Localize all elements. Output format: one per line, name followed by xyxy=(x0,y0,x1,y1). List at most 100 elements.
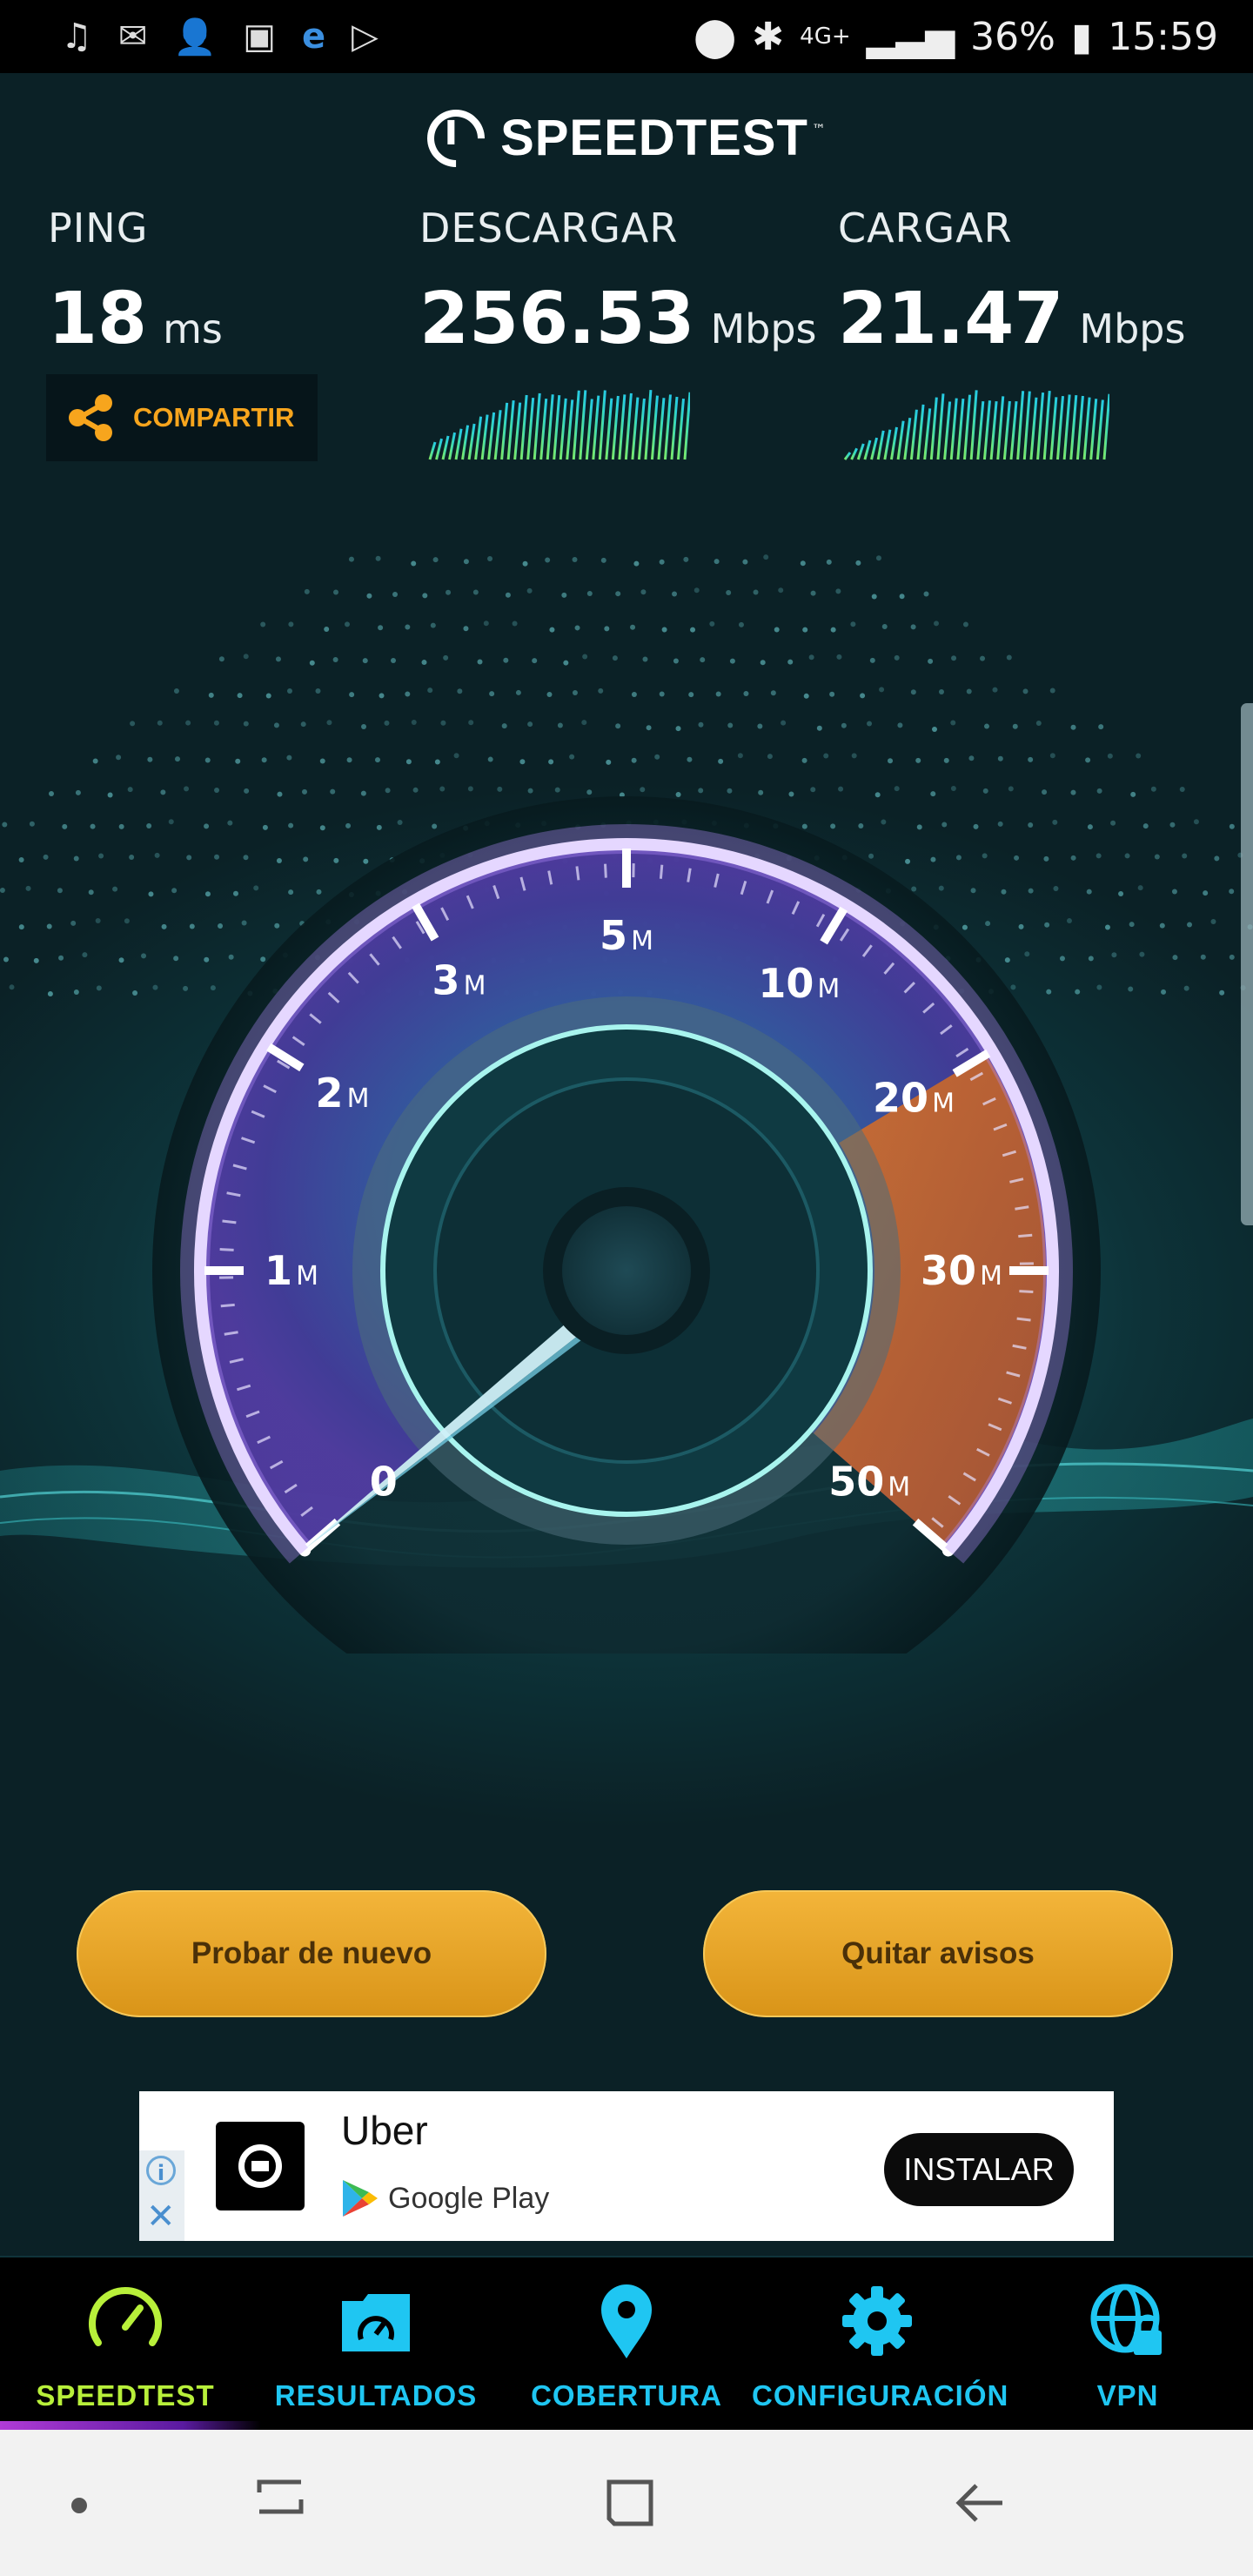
background-dot xyxy=(586,591,593,597)
background-dot xyxy=(375,555,381,561)
nav-dot-icon[interactable] xyxy=(71,2498,87,2513)
play-store-icon: ▷ xyxy=(352,17,379,57)
background-dot xyxy=(770,690,776,696)
background-dot xyxy=(743,690,749,696)
background-dot xyxy=(1179,786,1185,792)
sparkline-bar xyxy=(982,400,991,460)
background-dot xyxy=(1187,922,1193,928)
background-dot xyxy=(899,594,905,600)
nav-speedtest[interactable]: SPEEDTEST xyxy=(0,2257,261,2432)
background-dot xyxy=(600,557,606,563)
background-dot xyxy=(147,756,153,762)
sparkline-bar xyxy=(863,439,872,460)
background-dot xyxy=(348,556,354,562)
background-dot xyxy=(1124,853,1130,859)
background-dot xyxy=(742,559,748,565)
background-dot xyxy=(446,589,452,595)
background-dot xyxy=(261,757,267,763)
background-dot xyxy=(384,720,390,726)
background-dot xyxy=(512,621,518,627)
background-dot xyxy=(90,823,96,829)
sparkline-bar xyxy=(493,410,502,460)
back-icon[interactable] xyxy=(952,2475,1008,2531)
nav-vpn[interactable]: VPN xyxy=(1002,2257,1253,2432)
background-dot xyxy=(457,688,463,694)
sparkline-bar xyxy=(676,399,685,460)
gauge-minor-tick xyxy=(1016,1317,1031,1322)
background-dot xyxy=(836,654,842,660)
retry-button[interactable]: Probar de nuevo xyxy=(77,1890,546,2017)
background-dot xyxy=(1193,819,1199,825)
background-dot xyxy=(715,691,721,697)
background-dot xyxy=(173,688,179,694)
sparkline-bar xyxy=(637,398,646,460)
ping-value: 18 xyxy=(48,278,148,360)
background-dot xyxy=(443,654,449,661)
recent-apps-icon[interactable] xyxy=(254,2475,306,2531)
background-dot xyxy=(25,885,31,891)
sparkline-bar xyxy=(856,443,865,460)
nav-settings[interactable]: CONFIGURACIÓN xyxy=(752,2257,1008,2432)
ad-banner[interactable]: i ✕ Uber Google Play INSTALAR xyxy=(139,2091,1114,2241)
background-dot xyxy=(519,759,526,765)
background-dot xyxy=(1169,822,1176,828)
sparkline-bar xyxy=(1082,397,1091,460)
background-dot xyxy=(1214,855,1220,862)
trademark: ™ xyxy=(811,121,826,138)
background-dot xyxy=(432,557,439,563)
ad-store: Google Play xyxy=(341,2178,549,2218)
background-dot xyxy=(569,754,575,760)
speedtest-app: ♫ ✉ 👤 ▣ e ▷ ⬤ ✱ 4G+ ▂▃▅ 36% ▮ 15:59 SPEE… xyxy=(0,0,1253,2576)
location-icon: ⬤ xyxy=(694,14,737,59)
background-dot xyxy=(841,722,847,728)
background-dot xyxy=(934,621,940,627)
background-dot xyxy=(46,923,52,929)
notification-icons: ♫ ✉ 👤 ▣ e ▷ xyxy=(61,17,379,57)
background-dot xyxy=(43,854,49,860)
bottom-nav: SPEEDTEST RESULTADOS COBERTURA CONFIGURA… xyxy=(0,2256,1253,2432)
nav-results[interactable]: RESULTADOS xyxy=(251,2257,501,2432)
background-dot xyxy=(1006,654,1012,661)
sparkline-bar xyxy=(670,396,679,460)
background-dot xyxy=(640,589,647,595)
network-type: 4G+ xyxy=(800,23,851,50)
sparkline-bar xyxy=(1036,392,1045,460)
background-dot xyxy=(489,691,495,697)
remove-ads-button[interactable]: Quitar avisos xyxy=(703,1890,1173,2017)
sparkline-bar xyxy=(929,397,938,460)
nav-coverage[interactable]: COBERTURA xyxy=(501,2257,752,2432)
home-icon[interactable] xyxy=(602,2475,658,2531)
download-label: DESCARGAR xyxy=(419,205,679,252)
background-dot xyxy=(718,758,724,764)
background-dot xyxy=(1139,951,1145,957)
sparkline-bar xyxy=(579,390,587,460)
background-dot xyxy=(1070,724,1076,730)
background-dot xyxy=(654,754,660,760)
upload-label: CARGAR xyxy=(838,205,1013,252)
bluetooth-icon: ✱ xyxy=(752,14,785,59)
background-dot xyxy=(505,592,511,598)
sparkline-bar xyxy=(949,398,958,460)
sparkline-bar xyxy=(1096,399,1104,460)
background-dot xyxy=(483,621,489,627)
sparkline-bar xyxy=(1062,394,1071,460)
scrollbar[interactable] xyxy=(1241,703,1253,1225)
background-dot xyxy=(29,821,35,827)
sparkline-bar xyxy=(996,396,1005,460)
background-dot xyxy=(672,591,678,597)
background-dot xyxy=(830,627,836,633)
background-dot xyxy=(58,955,64,961)
background-dot xyxy=(1137,885,1143,891)
background-dot xyxy=(319,758,325,764)
background-dot xyxy=(992,687,998,693)
background-dot xyxy=(62,823,68,829)
background-dot xyxy=(574,625,580,631)
ad-info-icon[interactable]: i xyxy=(146,2156,176,2185)
sparkline-bar xyxy=(519,394,528,460)
background-dot xyxy=(829,691,835,697)
install-button[interactable]: INSTALAR xyxy=(884,2133,1074,2206)
ad-close-icon[interactable]: ✕ xyxy=(146,2199,176,2234)
sparkline-bar xyxy=(1029,397,1038,460)
share-button[interactable]: COMPARTIR xyxy=(46,374,318,461)
background-dot xyxy=(453,753,459,759)
